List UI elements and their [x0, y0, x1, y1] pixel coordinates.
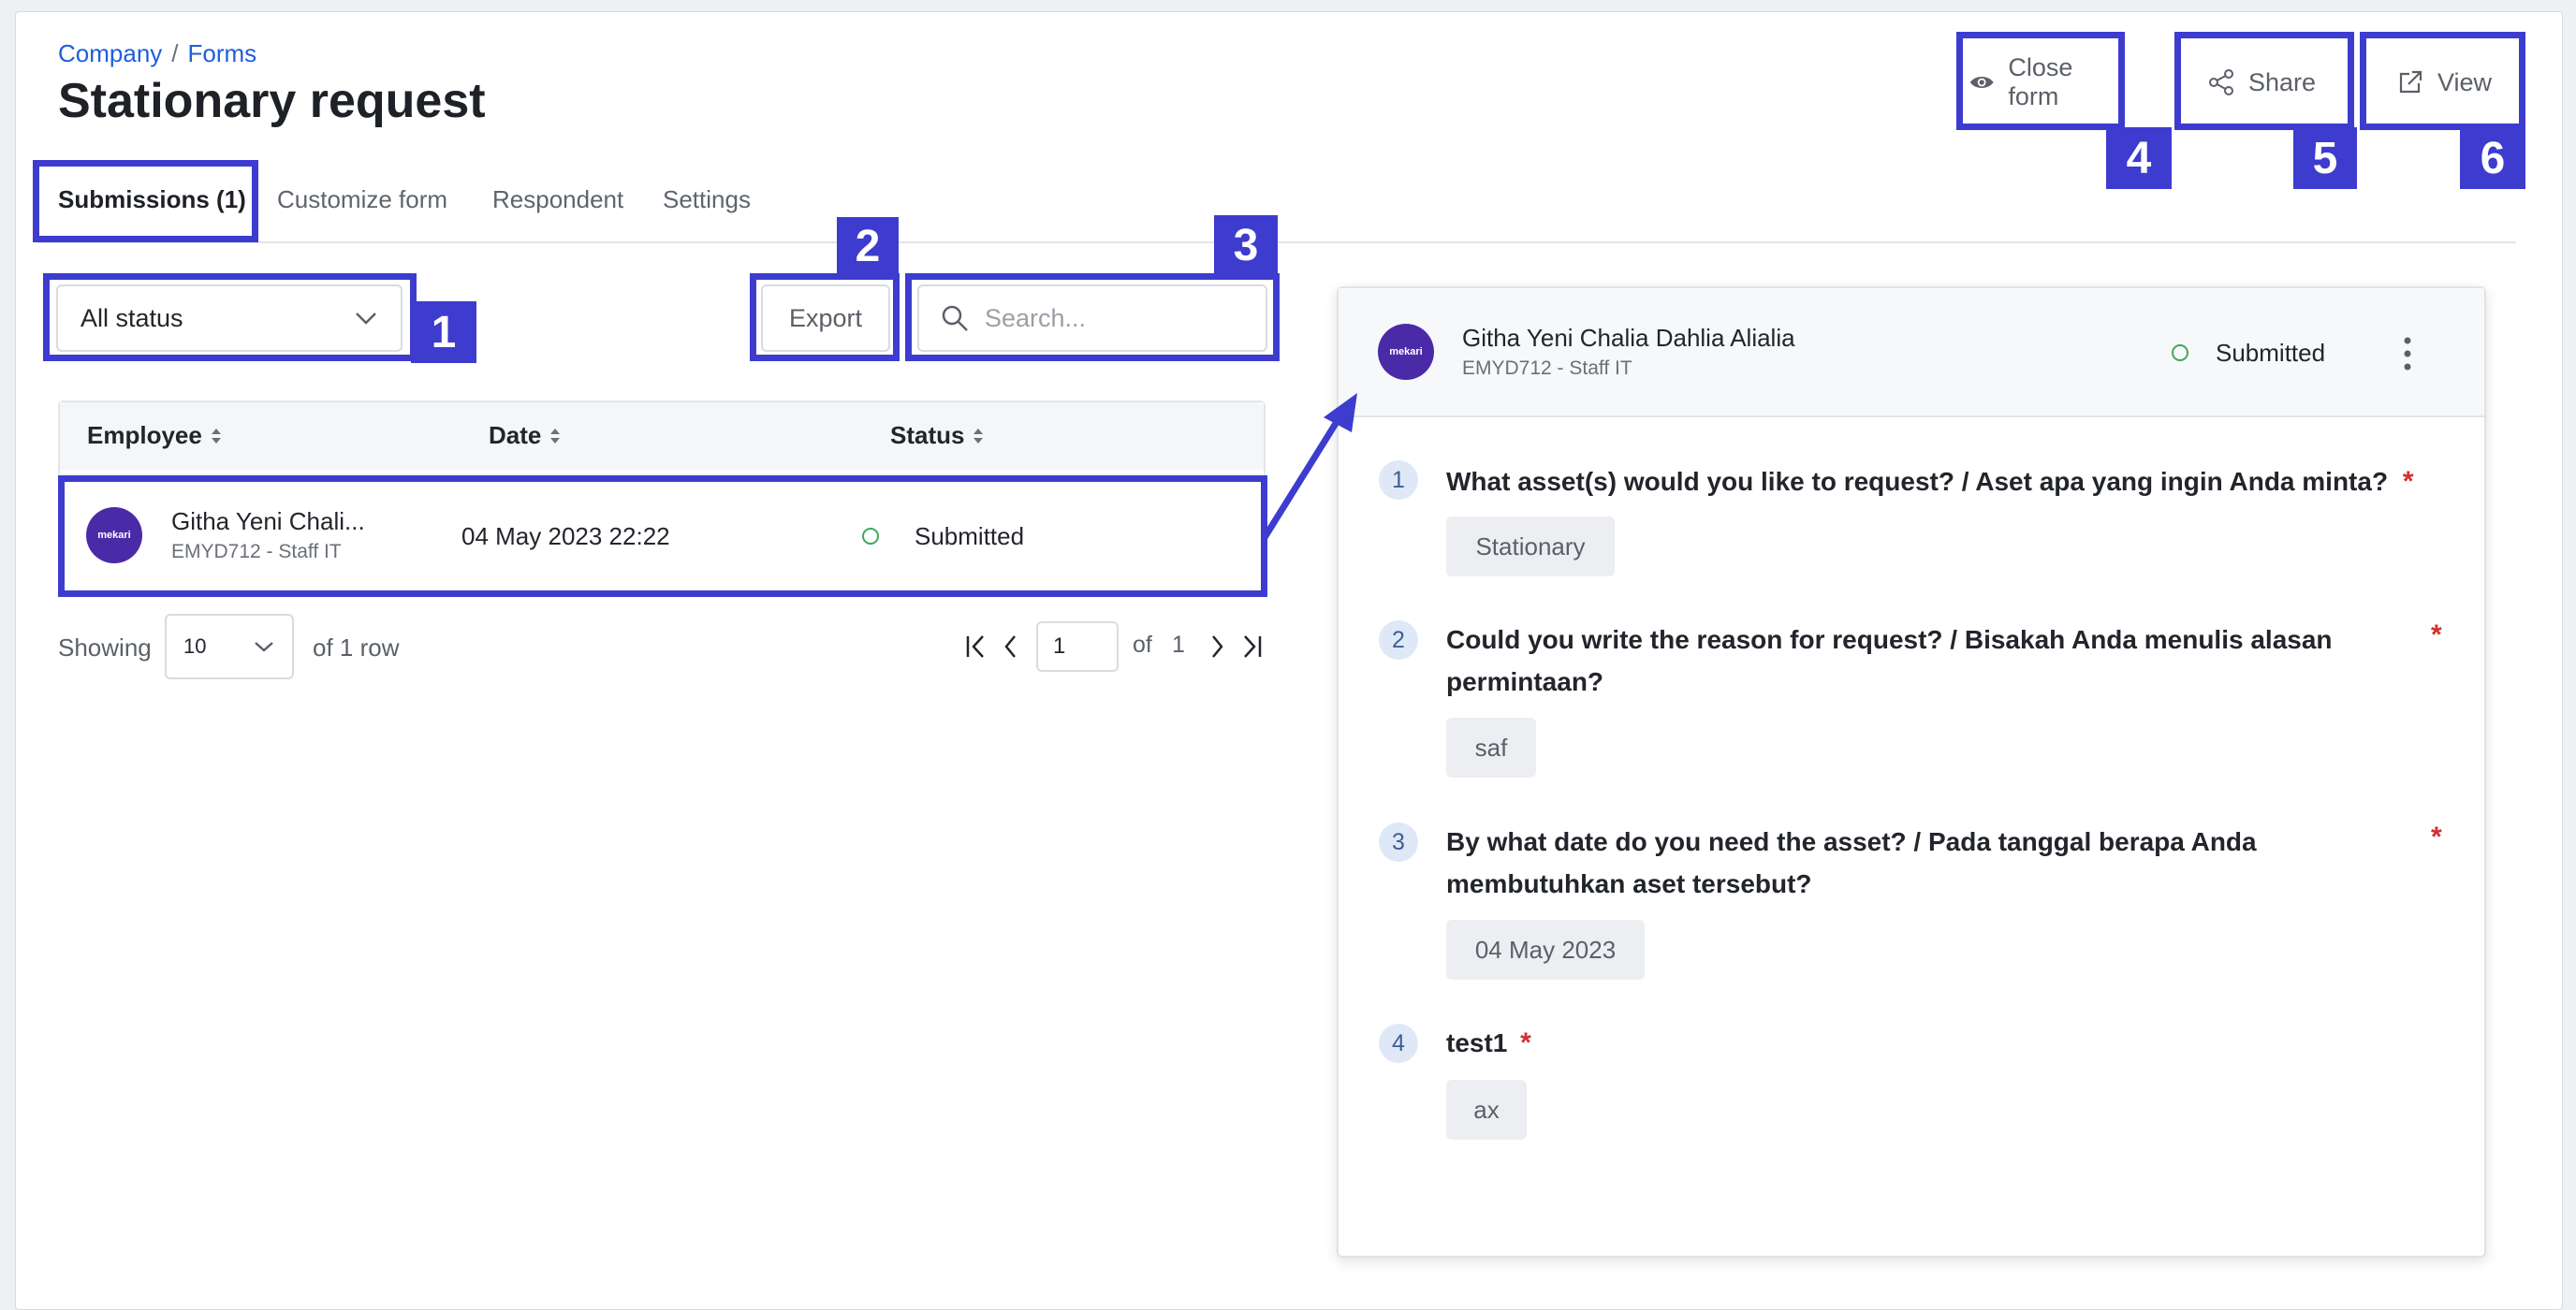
column-header-employee-label: Employee [87, 421, 202, 449]
annotation-badge-4: 4 [2106, 127, 2172, 189]
detail-avatar: mekari [1378, 324, 1434, 380]
detail-employee-name: Githa Yeni Chalia Dahlia Alialia [1462, 324, 1795, 352]
annotation-box-4 [1956, 32, 2125, 130]
tab-customize-form[interactable]: Customize form [277, 185, 447, 214]
question-line: By what date do you need the asset? / Pa… [1446, 827, 2257, 856]
answer-value: ax [1446, 1080, 1527, 1140]
answer-value: saf [1446, 718, 1536, 778]
question-text: test1 * [1446, 1022, 1531, 1064]
question-number: 3 [1379, 822, 1418, 862]
page-title: Stationary request [58, 74, 486, 128]
next-page-icon[interactable] [1208, 633, 1226, 661]
question-line: permintaan? [1446, 667, 1604, 696]
more-options-icon[interactable] [2398, 335, 2417, 372]
page-size-value: 10 [183, 634, 207, 658]
showing-label: Showing [58, 633, 152, 662]
annotation-box-5 [2174, 32, 2354, 130]
annotation-box-2 [750, 273, 900, 361]
detail-status-indicator [2172, 344, 2188, 361]
question-text: By what date do you need the asset? / Pa… [1446, 821, 2410, 905]
page-number-input[interactable]: 1 [1036, 621, 1119, 672]
annotation-box-6 [2360, 32, 2525, 130]
answer-value: Stationary [1446, 517, 1615, 576]
detail-status-text: Submitted [2216, 339, 2326, 367]
required-indicator: * [2431, 619, 2442, 650]
annotation-badge-2: 2 [837, 217, 899, 275]
first-page-icon[interactable] [964, 633, 990, 661]
annotation-badge-1: 1 [411, 301, 476, 363]
tab-settings[interactable]: Settings [663, 185, 751, 214]
column-header-employee[interactable]: Employee [87, 421, 223, 450]
required-indicator: * [1520, 1027, 1531, 1058]
question-line: Could you write the reason for request? … [1446, 625, 2333, 654]
rows-count-label: of 1 row [313, 633, 400, 662]
last-page-icon[interactable] [1237, 633, 1264, 661]
column-header-date[interactable]: Date [489, 421, 562, 450]
question-text: What asset(s) would you like to request?… [1446, 460, 2414, 502]
question-number: 1 [1379, 460, 1418, 500]
annotation-box-1 [43, 273, 417, 361]
answer-value: 04 May 2023 [1446, 920, 1645, 980]
sort-icon [211, 428, 221, 444]
column-header-status[interactable]: Status [890, 421, 985, 450]
previous-page-icon[interactable] [1002, 633, 1020, 661]
question-line: What asset(s) would you like to request?… [1446, 467, 2389, 496]
detail-employee-subtitle: EMYD712 - Staff IT [1462, 357, 1632, 379]
question-number: 4 [1379, 1024, 1418, 1063]
question-text: Could you write the reason for request? … [1446, 619, 2410, 703]
annotation-box-tab [33, 160, 258, 242]
page-size-select[interactable]: 10 [165, 614, 294, 679]
sort-icon [973, 428, 984, 444]
question-line: test1 [1446, 1028, 1508, 1057]
annotation-box-row [58, 475, 1267, 597]
breadcrumb: Company / Forms [58, 39, 256, 68]
annotation-arrow [1261, 393, 1357, 541]
page-of-label: of [1133, 632, 1152, 658]
sort-icon [550, 428, 561, 444]
breadcrumb-company-link[interactable]: Company [58, 39, 162, 68]
annotation-badge-6: 6 [2460, 127, 2525, 189]
question-number: 2 [1379, 620, 1418, 660]
annotation-box-3 [905, 273, 1280, 361]
annotation-badge-5: 5 [2293, 127, 2357, 189]
column-header-status-label: Status [890, 421, 965, 449]
breadcrumb-forms-link[interactable]: Forms [188, 39, 257, 68]
breadcrumb-separator: / [171, 39, 179, 67]
question-line: membutuhkan aset tersebut? [1446, 869, 1812, 898]
total-pages: 1 [1172, 632, 1185, 658]
annotation-badge-3: 3 [1214, 215, 1278, 275]
tab-respondent[interactable]: Respondent [492, 185, 623, 214]
column-header-date-label: Date [489, 421, 542, 449]
required-indicator: * [2431, 822, 2442, 852]
required-indicator: * [2402, 466, 2414, 497]
current-page-value: 1 [1053, 633, 1066, 659]
table-header-row [60, 402, 1264, 470]
chevron-down-icon [255, 642, 273, 652]
